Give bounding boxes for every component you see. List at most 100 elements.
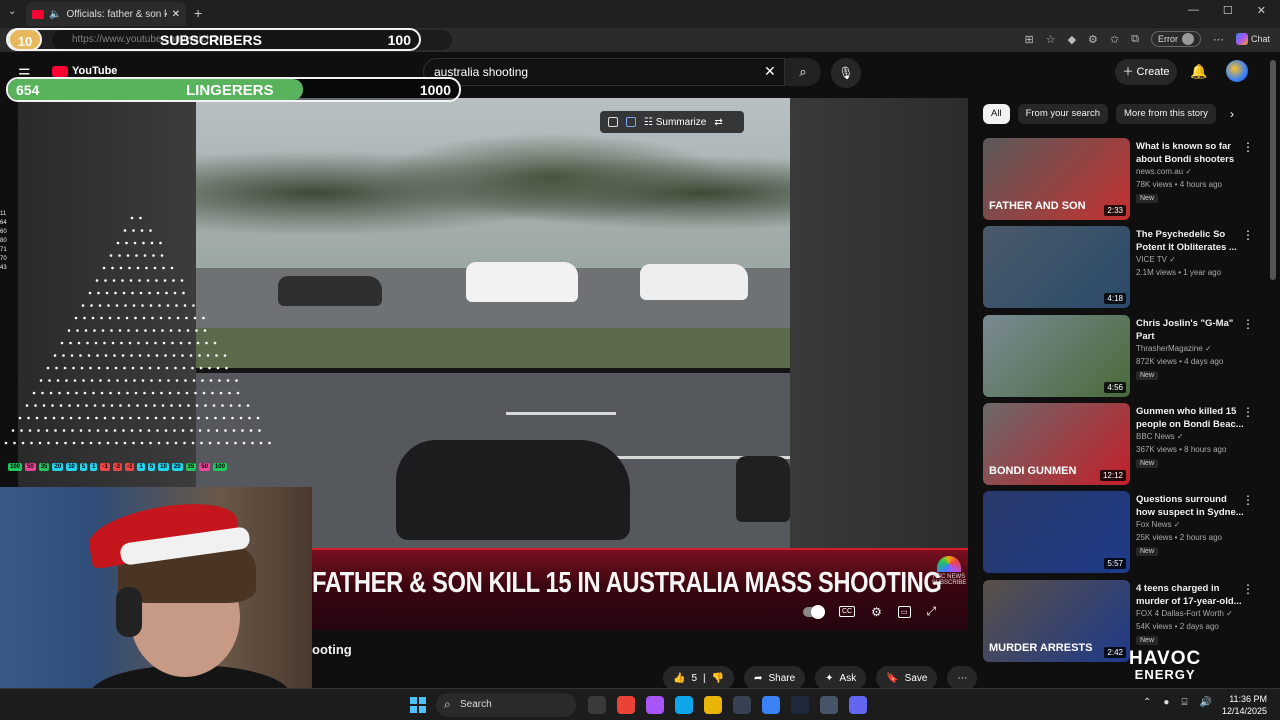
save-button[interactable]: 🔖 Save [876, 666, 938, 690]
visual-search-icon[interactable] [626, 117, 636, 127]
captions-icon[interactable]: CC [839, 606, 856, 617]
fullscreen-icon[interactable]: ⤢ [927, 604, 937, 619]
more-actions-button[interactable]: ⋯ [947, 666, 978, 690]
minimize-icon[interactable]: — [1188, 4, 1199, 17]
tab-list-icon[interactable]: ⌄ [8, 6, 16, 17]
recommended-video-title[interactable]: What is known so far about Bondi shooter… [1136, 140, 1248, 166]
recommended-video-title[interactable]: 4 teens charged in murder of 17-year-old… [1136, 582, 1248, 608]
create-button[interactable]: ＋ Create [1115, 59, 1177, 85]
video-thumbnail[interactable]: FATHER AND SON 2:33 [983, 138, 1130, 220]
taskbar-search[interactable]: Search [436, 693, 576, 717]
chip-all[interactable]: All [983, 104, 1010, 124]
chevron-right-icon[interactable]: › [1230, 107, 1234, 121]
taskbar-clock[interactable]: 11:36 PM 12/14/2025 [1222, 693, 1267, 717]
autoplay-toggle[interactable] [803, 604, 825, 619]
puzzle-icon[interactable]: ⚙ [1088, 33, 1098, 46]
kebab-menu-icon[interactable]: ⋮ [1242, 317, 1254, 331]
browser-tab[interactable]: 🔈 Officials: father & son kill 15 ✕ [26, 2, 186, 26]
new-tab-icon[interactable]: + [194, 5, 202, 21]
collections-icon[interactable]: ⧉ [1131, 33, 1139, 46]
sponsor-logo: HAVOC ENERGY [1129, 649, 1201, 683]
channel-name[interactable]: VICE TV ✓ [1136, 255, 1176, 264]
favorites-icon[interactable]: ✩ [1110, 33, 1119, 46]
recommended-video[interactable]: MURDER ARRESTS 2:42 4 teens charged in m… [983, 580, 1268, 662]
video-meta: 2.1M views • 1 year ago [1136, 268, 1222, 277]
channel-name[interactable]: ThrasherMagazine ✓ [1136, 344, 1212, 353]
sidebar-scrollbar[interactable] [1270, 60, 1276, 280]
nvidia-icon[interactable]: ● [1163, 697, 1169, 708]
close-window-icon[interactable]: ✕ [1257, 4, 1266, 17]
kebab-menu-icon[interactable]: ⋮ [1242, 140, 1254, 154]
taskbar-app-icon[interactable] [820, 696, 838, 714]
channel-name[interactable]: Fox News ✓ [1136, 520, 1181, 529]
kebab-menu-icon[interactable]: ⋮ [1242, 228, 1254, 242]
account-avatar[interactable] [1226, 60, 1248, 82]
video-thumbnail[interactable]: MURDER ARRESTS 2:42 [983, 580, 1130, 662]
recommended-video[interactable]: 4:18 The Psychedelic So Potent It Oblite… [983, 226, 1268, 308]
taskbar-app-icon[interactable] [704, 696, 722, 714]
miniplayer-icon[interactable]: ▭ [897, 605, 911, 618]
chip-from-your-search[interactable]: From your search [1017, 104, 1108, 124]
recommended-video[interactable]: FATHER AND SON 2:33 What is known so far… [983, 138, 1268, 220]
overlay-dot [71, 429, 74, 432]
volume-icon[interactable]: 🔊 [1199, 697, 1211, 708]
video-thumbnail[interactable]: 4:56 [983, 315, 1130, 397]
taskbar-app-icon[interactable] [791, 696, 809, 714]
recommended-video-title[interactable]: The Psychedelic So Potent It Obliterates… [1136, 228, 1248, 254]
sponsor-line2: ENERGY [1134, 667, 1196, 682]
summarize-button[interactable]: ☷ Summarize [644, 117, 706, 128]
taskbar-app-icon[interactable] [588, 696, 606, 714]
thumbs-down-icon[interactable]: 👎 [712, 673, 724, 684]
like-button[interactable]: 👍 5 | 👎 [663, 666, 735, 690]
video-thumbnail[interactable]: 4:18 [983, 226, 1130, 308]
star-icon[interactable]: ☆ [1046, 33, 1056, 46]
taskbar-app-icon[interactable] [849, 696, 867, 714]
ask-button[interactable]: ✦ Ask [815, 666, 867, 690]
taskbar-app-icon[interactable] [646, 696, 664, 714]
kebab-menu-icon[interactable]: ⋮ [1242, 405, 1254, 419]
profile-error-button[interactable]: Error [1150, 31, 1201, 47]
mute-icon[interactable]: 🔈 [49, 9, 61, 20]
kebab-menu-icon[interactable]: ⋮ [1242, 582, 1254, 596]
kebab-menu-icon[interactable]: ⋮ [1242, 493, 1254, 507]
chip-more-from-story[interactable]: More from this story [1116, 104, 1216, 124]
video-thumbnail[interactable]: 5:57 [983, 491, 1130, 573]
taskbar-app-icon[interactable] [762, 696, 780, 714]
youtube-logo[interactable]: YouTube [52, 65, 117, 77]
overlay-dot [159, 316, 163, 320]
taskbar-app-icon[interactable] [675, 696, 693, 714]
search-button[interactable]: ⌕ [785, 58, 821, 86]
settings-gear-icon[interactable]: ⚙ [871, 605, 882, 619]
extension-icon[interactable]: ◆ [1068, 33, 1076, 46]
channel-name[interactable]: news.com.au ✓ [1136, 167, 1192, 176]
crop-icon[interactable] [608, 117, 618, 127]
more-icon[interactable]: ⋯ [1213, 33, 1224, 46]
video-thumbnail[interactable]: BONDI GUNMEN 12:12 [983, 403, 1130, 485]
maximize-icon[interactable]: ☐ [1223, 4, 1233, 17]
recommended-video-title[interactable]: Chris Joslin's "G-Ma" Part [1136, 317, 1248, 343]
search-input[interactable]: australia shooting [423, 58, 785, 86]
channel-name[interactable]: FOX 4 Dallas-Fort Worth ✓ [1136, 609, 1233, 618]
windows-start-icon[interactable] [410, 697, 426, 713]
voice-search-button[interactable]: 🎙 [831, 58, 861, 88]
taskbar-app-icon[interactable] [733, 696, 751, 714]
apps-icon[interactable]: ⊞ [1024, 33, 1033, 46]
network-icon[interactable]: ⌸ [1181, 697, 1187, 708]
recommended-video[interactable]: 4:56 Chris Joslin's "G-Ma" Part Thrasher… [983, 315, 1268, 397]
cheer-value: 100 [8, 463, 23, 471]
overlay-dot [154, 416, 158, 420]
overlay-dot [214, 416, 217, 420]
chevron-up-icon[interactable]: ⌃ [1143, 697, 1151, 708]
clear-search-icon[interactable]: ✕ [764, 63, 776, 80]
translate-icon[interactable]: ⇄ [714, 117, 722, 128]
recommended-video[interactable]: 5:57 Questions surround how suspect in S… [983, 491, 1268, 573]
channel-name[interactable]: BBC News ✓ [1136, 432, 1184, 441]
taskbar-app-icon[interactable] [617, 696, 635, 714]
copilot-chat-button[interactable]: Chat [1235, 33, 1270, 45]
recommended-video-title[interactable]: Questions surround how suspect in Sydne.… [1136, 493, 1248, 519]
recommended-video-title[interactable]: Gunmen who killed 15 people on Bondi Bea… [1136, 405, 1248, 431]
share-button[interactable]: ➦ Share [744, 666, 806, 690]
notifications-bell-icon[interactable]: 🔔 [1190, 63, 1207, 80]
recommended-video[interactable]: BONDI GUNMEN 12:12 Gunmen who killed 15 … [983, 403, 1268, 485]
close-tab-icon[interactable]: ✕ [172, 9, 180, 20]
